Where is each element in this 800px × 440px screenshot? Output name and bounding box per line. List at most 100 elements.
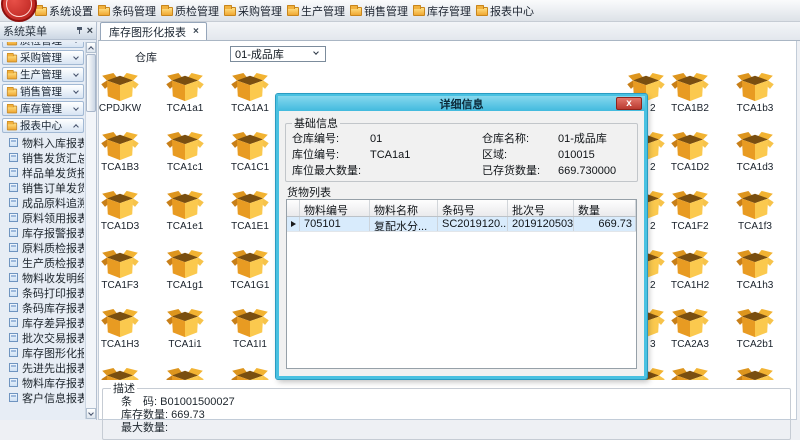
sidebar-item-label: 库存图形化报表	[22, 345, 84, 360]
bin-box-TCA1E1[interactable]: TCA1E1	[222, 190, 278, 232]
description-label: 条 码:	[121, 396, 160, 408]
menu-item-label: 系统设置	[49, 3, 93, 19]
sidebar-group-质检管理[interactable]: 质检管理	[2, 42, 84, 48]
sidebar-item-库存报警报表[interactable]: 库存报警报表	[2, 225, 84, 240]
sidebar-group-报表中心[interactable]: 报表中心	[2, 118, 84, 133]
menu-item-报表中心[interactable]: 报表中心	[474, 3, 536, 19]
dialog-close-button[interactable]: x	[616, 97, 642, 110]
menu-item-系统设置[interactable]: 系统设置	[33, 3, 95, 19]
field-value: TCA1a1	[370, 147, 482, 163]
menu-item-条码管理[interactable]: 条码管理	[96, 3, 158, 19]
description-line: 库存数量: 669.73	[121, 409, 790, 422]
folder-icon	[413, 7, 425, 16]
bin-box-TCA1e1[interactable]: TCA1e1	[157, 190, 213, 232]
bin-box-TCA1I1[interactable]: TCA1I1	[222, 308, 278, 350]
bin-box-TCA1i1[interactable]: TCA1i1	[157, 308, 213, 350]
bin-box-TCA1D3[interactable]: TCA1D3	[99, 190, 148, 232]
bin-box-TCA1b3[interactable]: TCA1b3	[727, 72, 783, 114]
sidebar-item-条码打印报表[interactable]: 条码打印报表	[2, 285, 84, 300]
sidebar-group-销售管理[interactable]: 销售管理	[2, 84, 84, 99]
warehouse-select[interactable]: 01-成品库	[230, 46, 326, 62]
chevron-down-icon	[313, 49, 319, 55]
dialog-titlebar[interactable]: 详细信息	[278, 96, 645, 111]
open-box-icon	[166, 72, 204, 102]
bin-box[interactable]	[727, 367, 783, 380]
sidebar-item-库存差异报表[interactable]: 库存差异报表	[2, 315, 84, 330]
sidebar-item-条码库存报表[interactable]: 条码库存报表	[2, 300, 84, 315]
bin-box-CPDJKW[interactable]: CPDJKW	[99, 72, 148, 114]
menu-item-销售管理[interactable]: 销售管理	[348, 3, 410, 19]
sidebar-item-销售发货汇总...[interactable]: 销售发货汇总...	[2, 150, 84, 165]
folder-icon	[7, 122, 17, 130]
column-header-条码号[interactable]: 条码号	[438, 200, 508, 216]
warehouse-selected-value: 01-成品库	[235, 46, 284, 62]
bin-box-TCA1f3[interactable]: TCA1f3	[727, 190, 783, 232]
scroll-down-icon[interactable]	[86, 408, 96, 419]
sidebar-group-采购管理[interactable]: 采购管理	[2, 50, 84, 65]
menu-item-质检管理[interactable]: 质检管理	[159, 3, 221, 19]
row-indicator-header	[287, 200, 300, 216]
bin-box[interactable]	[157, 367, 213, 380]
sidebar-item-客户信息报表[interactable]: 客户信息报表	[2, 390, 84, 405]
tab-close-icon[interactable]: ×	[193, 26, 199, 37]
column-header-数量[interactable]: 数量	[574, 200, 636, 216]
bin-box-TCA1H3[interactable]: TCA1H3	[99, 308, 148, 350]
open-box-icon	[671, 190, 709, 220]
menu-item-采购管理[interactable]: 采购管理	[222, 3, 284, 19]
scroll-thumb[interactable]	[86, 54, 96, 112]
sidebar-group-生产管理[interactable]: 生产管理	[2, 67, 84, 82]
sidebar-item-物料收发明细...[interactable]: 物料收发明细...	[2, 270, 84, 285]
bin-box-TCA1g1[interactable]: TCA1g1	[157, 249, 213, 291]
bin-box[interactable]	[662, 367, 718, 380]
report-icon	[9, 393, 18, 402]
bin-box[interactable]	[222, 367, 278, 380]
bin-box[interactable]	[99, 367, 148, 380]
chevron-down-icon	[73, 88, 79, 94]
bin-box-TCA1a1[interactable]: TCA1a1	[157, 72, 213, 114]
open-box-icon	[101, 131, 139, 161]
bin-box-TCA1h3[interactable]: TCA1h3	[727, 249, 783, 291]
sidebar-item-物料入库报表[interactable]: 物料入库报表	[2, 135, 84, 150]
column-header-批次号[interactable]: 批次号	[508, 200, 574, 216]
sidebar: 系统菜单 × 质检管理采购管理生产管理销售管理库存管理报表中心物料入库报表销售发…	[0, 22, 97, 420]
sidebar-item-销售订单发货...[interactable]: 销售订单发货...	[2, 180, 84, 195]
bin-box-TCA2b1[interactable]: TCA2b1	[727, 308, 783, 350]
sidebar-close-icon[interactable]: ×	[87, 26, 93, 36]
bin-label: TCA1I1	[222, 339, 278, 350]
sidebar-item-批次交易报表[interactable]: 批次交易报表	[2, 330, 84, 345]
tab-inventory-graphic-report[interactable]: 库存图形化报表 ×	[100, 22, 207, 40]
basic-info-grid: 仓库编号:01仓库名称:01-成品库库位编号:TCA1a1区域:010015库位…	[292, 131, 631, 179]
folder-icon	[98, 7, 110, 16]
table-row[interactable]: 705101复配水分...SC2019120...2019120503669.7…	[287, 217, 636, 232]
scroll-up-icon[interactable]	[86, 42, 96, 53]
bin-box-TCA1B3[interactable]: TCA1B3	[99, 131, 148, 173]
sidebar-item-原料领用报表[interactable]: 原料领用报表	[2, 210, 84, 225]
sidebar-item-原料质检报表[interactable]: 原料质检报表	[2, 240, 84, 255]
sidebar-item-库存图形化报表[interactable]: 库存图形化报表	[2, 345, 84, 360]
bin-box-TCA1F3[interactable]: TCA1F3	[99, 249, 148, 291]
pin-icon[interactable]	[75, 26, 85, 36]
column-header-物料编号[interactable]: 物料编号	[300, 200, 370, 216]
bin-box-TCA1C1[interactable]: TCA1C1	[222, 131, 278, 173]
dialog-body: 基础信息 仓库编号:01仓库名称:01-成品库库位编号:TCA1a1区域:010…	[279, 112, 644, 376]
menu-item-生产管理[interactable]: 生产管理	[285, 3, 347, 19]
sidebar-group-库存管理[interactable]: 库存管理	[2, 101, 84, 116]
field-value	[370, 163, 482, 179]
bin-box-TCA1A1[interactable]: TCA1A1	[222, 72, 278, 114]
sidebar-item-先进先出报表[interactable]: 先进先出报表	[2, 360, 84, 375]
column-header-物料名称[interactable]: 物料名称	[370, 200, 438, 216]
tab-label: 库存图形化报表	[109, 24, 186, 40]
bin-box-TCA1d3[interactable]: TCA1d3	[727, 131, 783, 173]
sidebar-item-物料库存报表[interactable]: 物料库存报表	[2, 375, 84, 390]
report-icon	[9, 363, 18, 372]
bin-box-TCA1c1[interactable]: TCA1c1	[157, 131, 213, 173]
menu-item-库存管理[interactable]: 库存管理	[411, 3, 473, 19]
sidebar-scrollbar[interactable]	[85, 42, 96, 419]
bin-box-TCA1G1[interactable]: TCA1G1	[222, 249, 278, 291]
sidebar-item-样品单发货报表[interactable]: 样品单发货报表	[2, 165, 84, 180]
field-value: 01	[370, 131, 482, 147]
open-box-icon	[166, 367, 204, 380]
field-label: 区域:	[482, 147, 558, 163]
sidebar-item-生产质检报表[interactable]: 生产质检报表	[2, 255, 84, 270]
sidebar-item-成品原料追溯...[interactable]: 成品原料追溯...	[2, 195, 84, 210]
